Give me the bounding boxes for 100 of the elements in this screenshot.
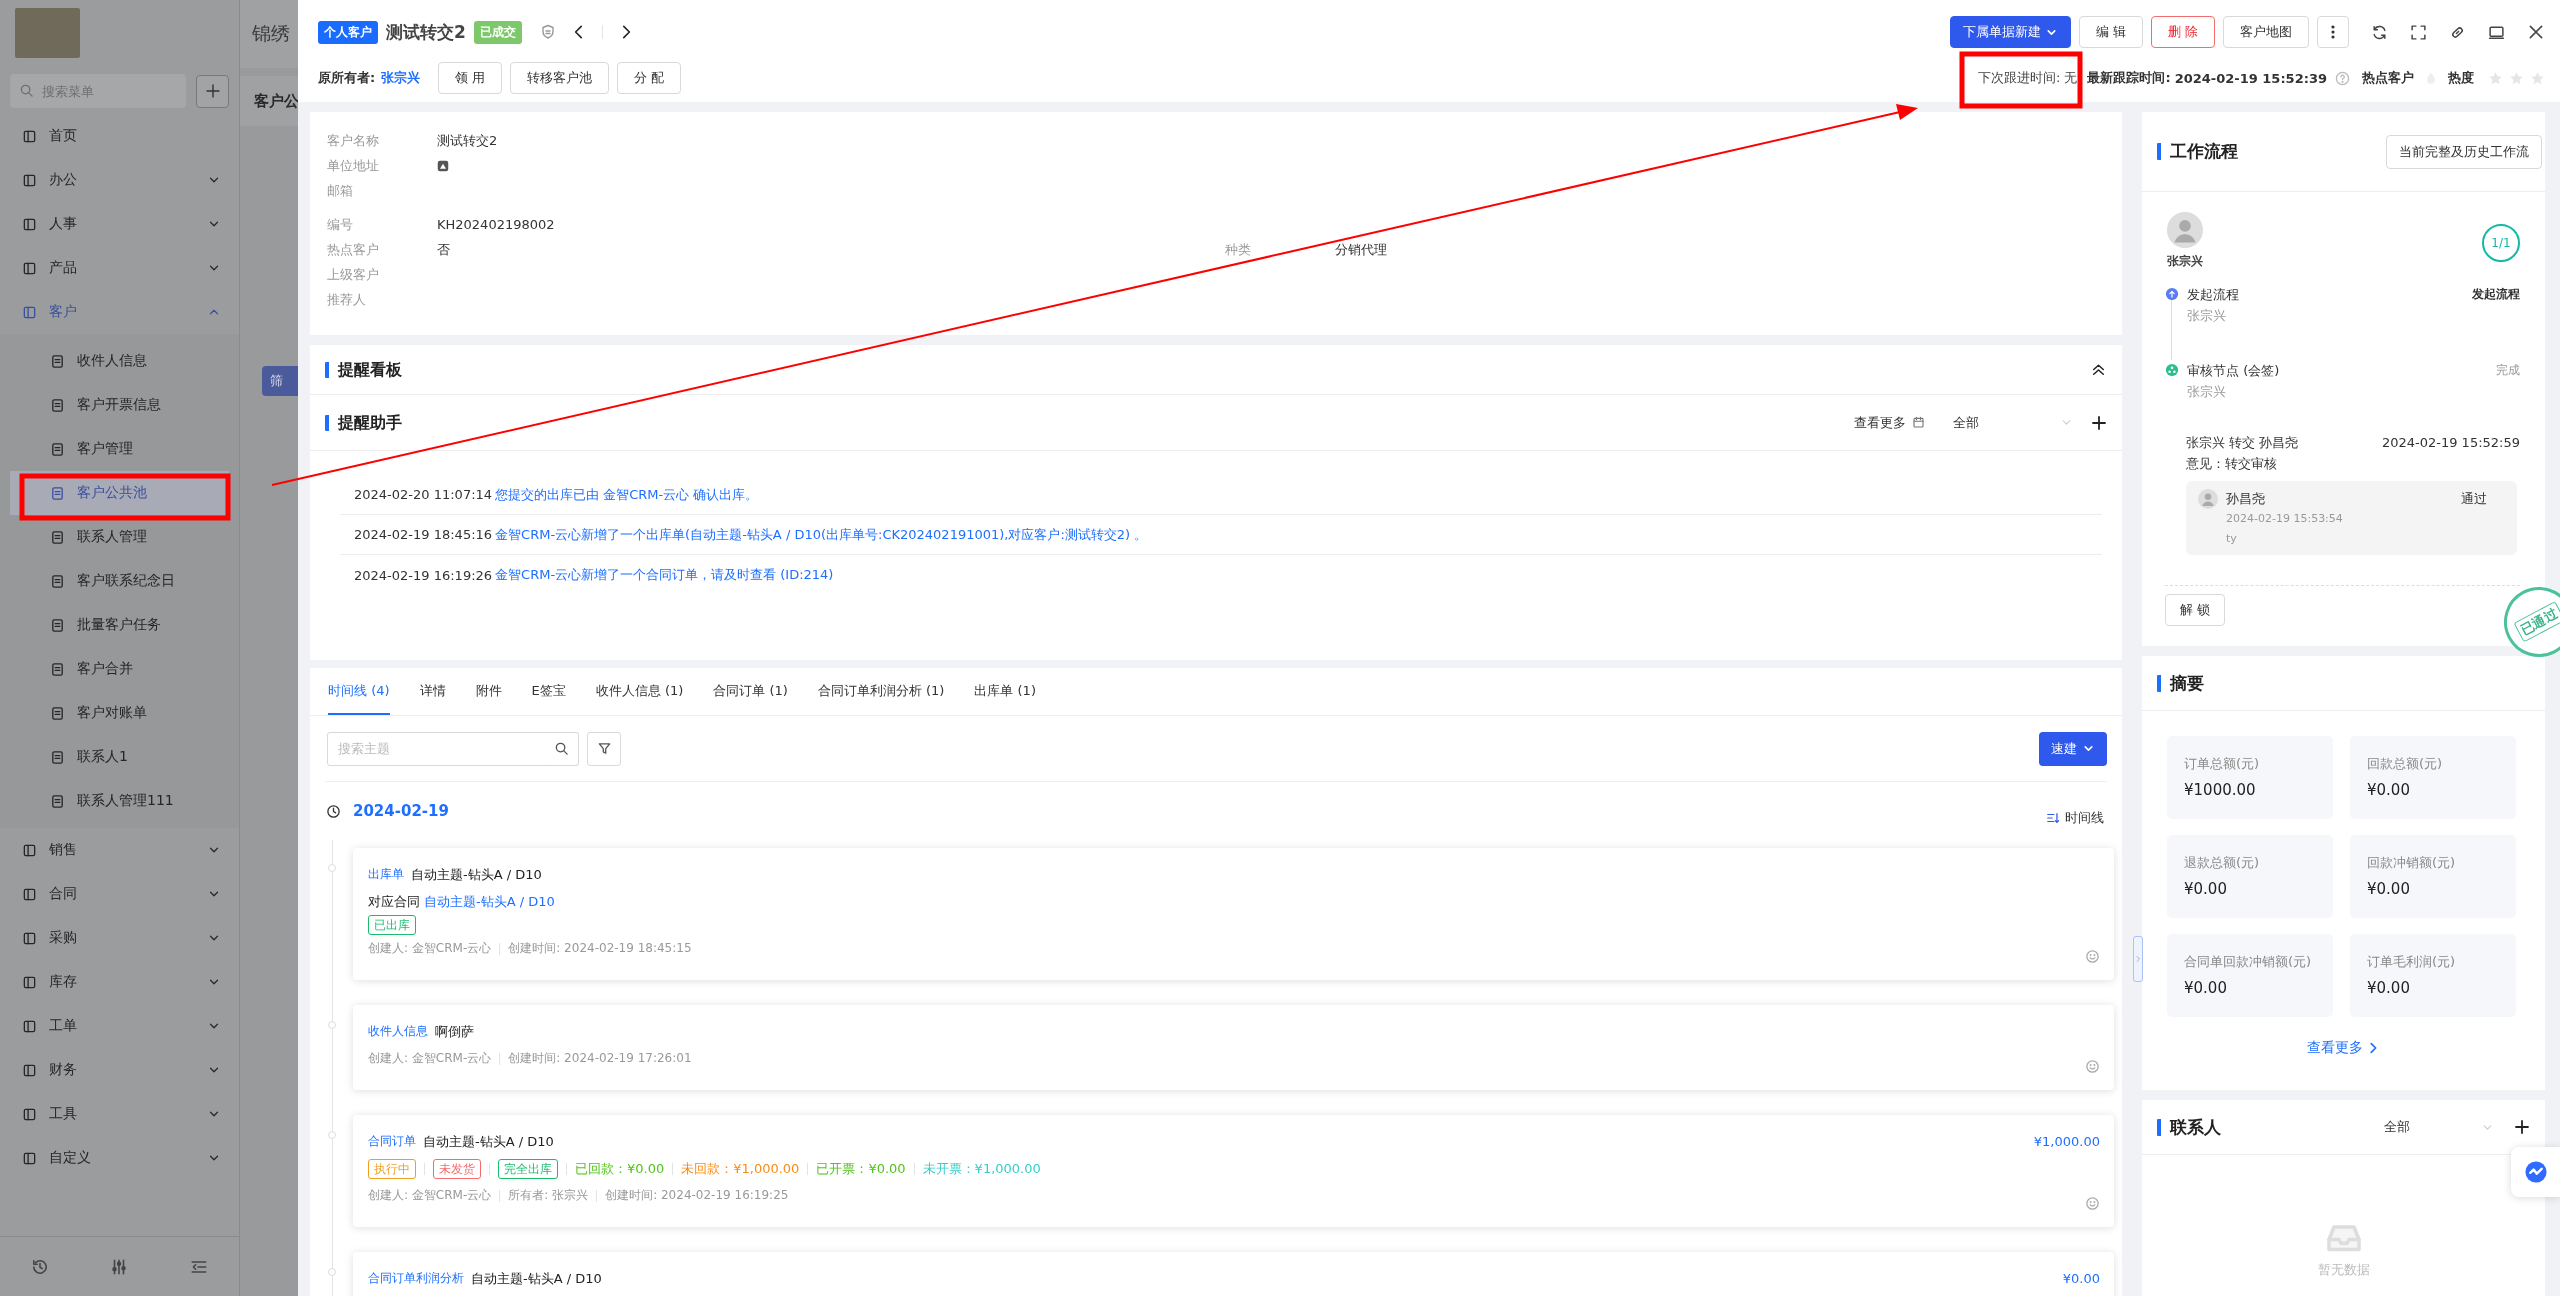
menu-item[interactable]: 采购 xyxy=(0,916,239,960)
step-title: 审核节点 (会签) xyxy=(2187,362,2281,380)
submenu-item[interactable]: 客户合并 xyxy=(10,647,229,691)
submenu-item[interactable]: 客户对账单 xyxy=(10,691,229,735)
document-icon xyxy=(50,793,65,809)
submenu-item[interactable]: 联系人管理 xyxy=(10,515,229,559)
view-more-link[interactable]: 查看更多 xyxy=(1854,413,1925,432)
tab[interactable]: 时间线 (4) xyxy=(328,668,390,715)
menu-item[interactable]: 销售 xyxy=(0,828,239,872)
filter-button[interactable] xyxy=(587,731,621,766)
menu-item[interactable]: 财务 xyxy=(0,1048,239,1092)
collapse-up-icon[interactable] xyxy=(2090,361,2107,378)
refresh-icon[interactable] xyxy=(2371,23,2388,41)
collapse-handle[interactable] xyxy=(2133,936,2143,982)
approval-time: 2024-02-19 15:53:54 xyxy=(2226,511,2344,527)
empty-text: 暂无数据 xyxy=(2317,1261,2370,1279)
meta-text: 创建时间: 2024-02-19 18:45:15 xyxy=(508,940,692,957)
assistant-button[interactable] xyxy=(2511,1147,2560,1197)
filter-select[interactable]: 全部 xyxy=(2384,1118,2494,1136)
field-label: 邮箱 xyxy=(327,182,353,200)
meta-text: 创建人: 金智CRM-云心 xyxy=(368,940,492,957)
nodes-icon xyxy=(2165,363,2179,377)
tab[interactable]: 收件人信息 (1) xyxy=(595,668,684,715)
contract-link[interactable]: 自动主题-钻头A / D10 xyxy=(424,888,555,915)
add-icon[interactable] xyxy=(2091,414,2107,431)
menu-item[interactable]: 办公 xyxy=(0,158,239,202)
status-tag: 已成交 xyxy=(473,20,522,44)
shield-icon xyxy=(539,24,556,40)
menu-item[interactable]: 自定义 xyxy=(0,1136,239,1180)
step-status: 完成 xyxy=(2496,362,2520,379)
new-document-button[interactable]: 下属单据新建 xyxy=(1949,16,2071,48)
menu-item[interactable]: 产品 xyxy=(0,246,239,290)
action-button[interactable]: 领 用 xyxy=(438,62,503,94)
tab[interactable]: 附件 xyxy=(475,668,502,715)
tab[interactable]: E签宝 xyxy=(531,668,566,715)
panel-icon xyxy=(22,304,37,320)
reminder-link[interactable]: 金智CRM-云心新增了一个合同订单，请及时查看 (ID:214) xyxy=(495,566,834,584)
action-button[interactable]: 分 配 xyxy=(617,62,682,94)
add-icon[interactable] xyxy=(2514,1119,2530,1135)
help-icon xyxy=(2335,70,2350,86)
tab[interactable]: 详情 xyxy=(419,668,446,715)
customer-title: 测试转交2 xyxy=(386,20,466,44)
chevron-right-icon xyxy=(2134,953,2142,965)
filter-button[interactable]: 筛 xyxy=(262,366,298,396)
reminder-link[interactable]: 金智CRM-云心新增了一个出库单(自动主题-钻头A / D10(出库单号:CK202402191001),对应客户:测试转交2) 。 xyxy=(495,525,1148,544)
status-tag: 完全出库 xyxy=(498,1158,558,1179)
view-more-link[interactable]: 查看更多 xyxy=(2307,1039,2380,1057)
step-person: 张宗兴 xyxy=(2187,307,2227,325)
close-icon[interactable] xyxy=(2527,23,2545,41)
step-person: 张宗兴 xyxy=(2187,383,2227,401)
menu-item[interactable]: 首页 xyxy=(0,114,239,158)
submenu-item[interactable]: 客户管理 xyxy=(10,427,229,471)
record-title: 自动主题-钻头A / D10 xyxy=(471,1270,602,1288)
unlock-button[interactable]: 解 锁 xyxy=(2165,594,2226,626)
fullscreen-icon[interactable] xyxy=(2410,23,2427,41)
section-title: 提醒看板 xyxy=(325,361,402,378)
summary-value: ¥0.00 xyxy=(2367,781,2411,799)
submenu-item[interactable]: 联系人管理111 xyxy=(10,779,229,823)
action-button[interactable]: 编 辑 xyxy=(2078,16,2143,48)
action-button[interactable]: 客户地图 xyxy=(2223,16,2309,48)
amount-text: ¥1,000.00 xyxy=(2033,1133,2100,1151)
delete-button[interactable]: 删 除 xyxy=(2150,16,2215,48)
step-title: 发起流程 xyxy=(2187,286,2240,304)
tab[interactable]: 合同订单利润分析 (1) xyxy=(817,668,945,715)
menu-item[interactable]: 合同 xyxy=(0,872,239,916)
summary-label: 订单毛利润(元) xyxy=(2367,953,2457,971)
search-field[interactable]: 搜索主题 xyxy=(327,731,547,766)
submenu-item[interactable]: 联系人1 xyxy=(10,735,229,779)
summary-label: 退款总额(元) xyxy=(2184,854,2261,872)
submenu-item[interactable]: 批量客户任务 xyxy=(10,603,229,647)
tab[interactable]: 合同订单 (1) xyxy=(713,668,788,715)
mountain-icon xyxy=(437,160,449,172)
history-button[interactable]: 当前完整及历史工作流 xyxy=(2386,134,2542,169)
submenu-item[interactable]: 客户开票信息 xyxy=(10,383,229,427)
menu-item[interactable]: 工具 xyxy=(0,1092,239,1136)
field-value: KH202402198002 xyxy=(437,216,556,234)
sliders-icon[interactable] xyxy=(110,1257,129,1276)
summary-label: 回款冲销额(元) xyxy=(2367,854,2457,872)
timeline-toggle[interactable]: 时间线 xyxy=(2046,809,2104,827)
add-button[interactable] xyxy=(196,74,229,108)
menu-item[interactable]: 人事 xyxy=(0,202,239,246)
filter-select[interactable]: 全部 xyxy=(1953,413,2073,432)
document-icon xyxy=(50,661,65,677)
timeline-dot xyxy=(328,1131,336,1139)
submenu-item[interactable]: 客户联系纪念日 xyxy=(10,559,229,603)
submenu-item[interactable]: 收件人信息 xyxy=(10,339,229,383)
reminder-link[interactable]: 您提交的出库已由 金智CRM-云心 确认出库。 xyxy=(495,485,759,504)
document-icon xyxy=(50,485,65,501)
quick-create-button[interactable]: 速建 xyxy=(2039,731,2107,766)
search-button[interactable] xyxy=(545,731,579,766)
calendar-icon xyxy=(1912,416,1925,429)
monitor-icon[interactable] xyxy=(2488,23,2505,41)
menu-item[interactable]: 工单 xyxy=(0,1004,239,1048)
tab[interactable]: 出库单 (1) xyxy=(974,668,1036,715)
section-title: 工作流程 xyxy=(2157,143,2238,160)
history-icon[interactable] xyxy=(30,1257,49,1276)
owner-link[interactable]: 张宗兴 xyxy=(381,69,421,87)
status-tag: 未发货 xyxy=(433,1158,481,1179)
action-button[interactable]: 转移客户池 xyxy=(510,62,610,94)
menu-item[interactable]: 库存 xyxy=(0,960,239,1004)
